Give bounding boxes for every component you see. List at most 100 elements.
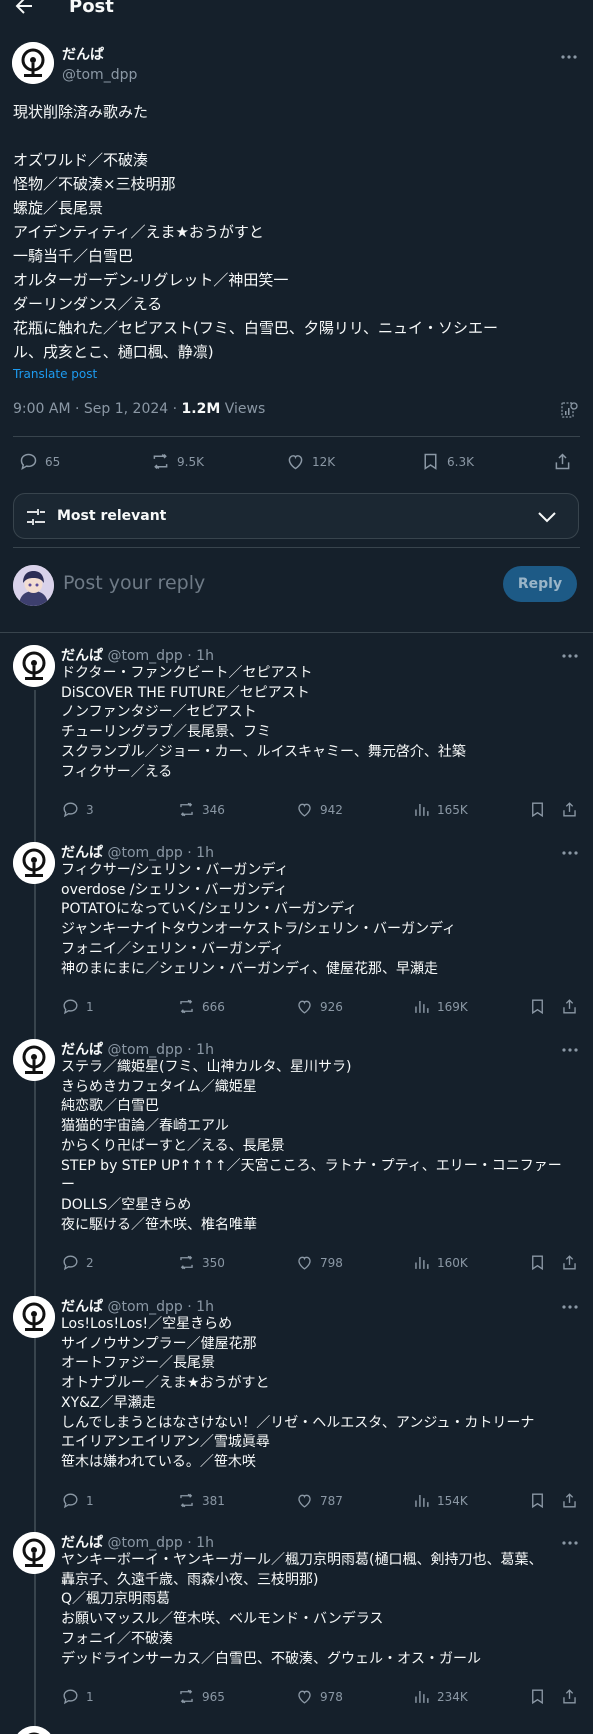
- reply-actions: 2 350 798 160K: [0, 1253, 593, 1273]
- repost-action[interactable]: 9.5K: [150, 451, 204, 472]
- share-action[interactable]: [560, 1491, 585, 1510]
- more-icon[interactable]: [559, 47, 579, 67]
- like-count: 978: [320, 1689, 343, 1704]
- author-name[interactable]: だんぱ: [62, 44, 104, 64]
- avatar[interactable]: [13, 1039, 55, 1081]
- author-handle[interactable]: @tom_dpp: [107, 845, 182, 861]
- author-name[interactable]: だんぱ: [61, 1299, 103, 1315]
- views-action[interactable]: 160K: [412, 1253, 468, 1272]
- reply-header: だんぱ @tom_dpp · 1h: [61, 842, 214, 862]
- repost-action[interactable]: 346: [177, 800, 225, 819]
- share-action[interactable]: [560, 1253, 585, 1272]
- more-icon[interactable]: [560, 1040, 580, 1060]
- author-handle[interactable]: @tom_dpp: [107, 1299, 182, 1315]
- reply-time[interactable]: · 1h: [183, 1042, 214, 1058]
- like-action[interactable]: 12K: [285, 451, 335, 472]
- author-handle[interactable]: @tom_dpp: [107, 1535, 182, 1551]
- reply-text: ドクター・ファンクビート／セピアスト DiSCOVER THE FUTURE／セ…: [61, 665, 466, 780]
- author-name[interactable]: だんぱ: [61, 1535, 103, 1551]
- views-action[interactable]: 169K: [412, 997, 468, 1016]
- repost-action[interactable]: 965: [177, 1687, 225, 1706]
- analytics-icon[interactable]: [559, 400, 579, 420]
- more-icon[interactable]: [560, 1297, 580, 1317]
- like-icon: [288, 455, 303, 470]
- reply-time[interactable]: · 1h: [183, 845, 214, 861]
- like-action[interactable]: 926: [295, 997, 343, 1016]
- repost-action[interactable]: 381: [177, 1491, 225, 1510]
- like-icon: [298, 1000, 311, 1014]
- reply-time[interactable]: · 1h: [183, 1299, 214, 1315]
- repost-count: 346: [202, 802, 225, 817]
- share-action[interactable]: [552, 451, 579, 472]
- avatar[interactable]: [13, 645, 55, 687]
- like-action[interactable]: 798: [295, 1253, 343, 1272]
- reply-action[interactable]: 1: [61, 1491, 94, 1510]
- share-icon: [563, 802, 576, 817]
- author-name[interactable]: だんぱ: [61, 648, 103, 664]
- reply-count: 3: [86, 802, 94, 817]
- post-time[interactable]: 9:00 AM · Sep 1, 2024 ·: [13, 401, 182, 417]
- avatar[interactable]: [12, 42, 54, 84]
- reply-button[interactable]: Reply: [503, 566, 577, 602]
- like-action[interactable]: 787: [295, 1491, 343, 1510]
- author-handle[interactable]: @tom_dpp: [62, 67, 137, 83]
- views-action[interactable]: 165K: [412, 800, 468, 819]
- user-avatar[interactable]: [13, 565, 54, 606]
- bookmark-icon: [532, 1689, 543, 1705]
- reply-input[interactable]: Post your reply: [63, 572, 205, 594]
- bookmark-action[interactable]: [528, 1687, 553, 1706]
- sort-selector[interactable]: Most relevant: [13, 493, 579, 539]
- author-handle[interactable]: @tom_dpp: [107, 1042, 182, 1058]
- bookmark-action[interactable]: [528, 997, 553, 1016]
- repost-count: 9.5K: [177, 454, 204, 469]
- avatar[interactable]: [13, 1532, 55, 1574]
- views-action[interactable]: 234K: [412, 1687, 468, 1706]
- like-action[interactable]: 942: [295, 800, 343, 819]
- reply-text: フィクサー/シェリン・バーガンディ overdose /シェリン・バーガンディ …: [61, 862, 457, 977]
- bookmark-action[interactable]: 6.3K: [420, 451, 474, 472]
- like-count: 926: [320, 999, 343, 1014]
- reply-action[interactable]: 1: [61, 1687, 94, 1706]
- translate-link[interactable]: Translate post: [13, 367, 97, 381]
- post-text: 現状削除済み歌みた オズワルド／不破湊 怪物／不破湊×三枝明那 螺旋／長尾景 ア…: [13, 103, 498, 361]
- repost-count: 666: [202, 999, 225, 1014]
- views-icon: [415, 803, 429, 816]
- reply-time[interactable]: · 1h: [183, 648, 214, 664]
- like-icon: [298, 1494, 311, 1508]
- author-name[interactable]: だんぱ: [61, 1042, 103, 1058]
- author-name[interactable]: だんぱ: [61, 845, 103, 861]
- author-handle[interactable]: @tom_dpp: [107, 648, 182, 664]
- divider: [13, 547, 580, 548]
- share-action[interactable]: [560, 800, 585, 819]
- reply-icon: [63, 802, 78, 818]
- reply-action[interactable]: 65: [18, 451, 60, 472]
- bookmark-action[interactable]: [528, 1491, 553, 1510]
- reply-icon: [63, 1255, 78, 1271]
- page-title: Post: [69, 0, 114, 17]
- back-arrow-icon[interactable]: [12, 0, 36, 18]
- like-action[interactable]: 978: [295, 1687, 343, 1706]
- more-icon[interactable]: [560, 843, 580, 863]
- share-action[interactable]: [560, 1687, 585, 1706]
- chevron-down-icon: [538, 512, 556, 523]
- repost-action[interactable]: 666: [177, 997, 225, 1016]
- reply-action[interactable]: 1: [61, 997, 94, 1016]
- reply-action[interactable]: 2: [61, 1253, 94, 1272]
- avatar[interactable]: [13, 842, 55, 884]
- reply-count: 2: [86, 1255, 94, 1270]
- more-icon[interactable]: [560, 646, 580, 666]
- avatar[interactable]: [13, 1296, 55, 1338]
- more-icon[interactable]: [560, 1533, 580, 1553]
- avatar[interactable]: [13, 1726, 55, 1734]
- like-icon: [298, 1256, 311, 1270]
- reply-count: 1: [86, 1493, 94, 1508]
- bookmark-action[interactable]: [528, 1253, 553, 1272]
- bookmark-icon: [532, 1255, 543, 1271]
- reply-actions: 1 965 978 234K: [0, 1687, 593, 1707]
- reply-action[interactable]: 3: [61, 800, 94, 819]
- reply-time[interactable]: · 1h: [183, 1535, 214, 1551]
- share-action[interactable]: [560, 997, 585, 1016]
- repost-action[interactable]: 350: [177, 1253, 225, 1272]
- bookmark-action[interactable]: [528, 800, 553, 819]
- views-action[interactable]: 154K: [412, 1491, 468, 1510]
